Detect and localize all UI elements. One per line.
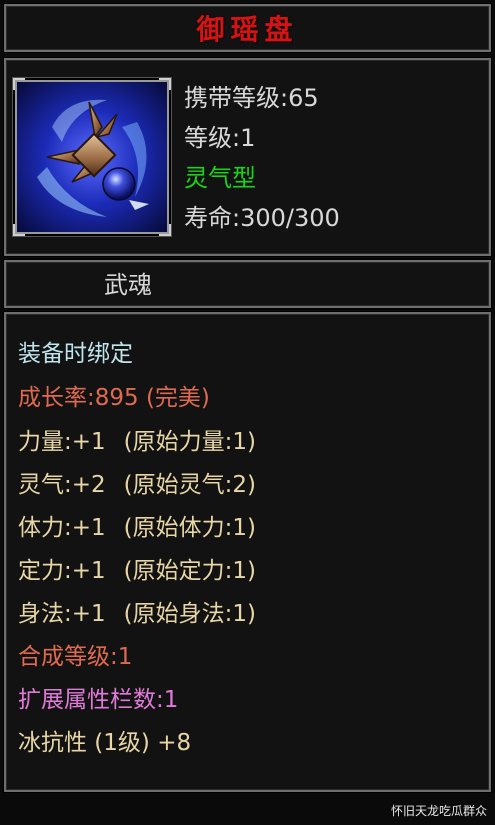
stat-original: (原始体力:1) — [123, 515, 256, 541]
stat-original: (原始灵气:2) — [123, 472, 256, 498]
stat-value: 力量:+1 — [18, 429, 106, 455]
item-icon-frame[interactable] — [13, 78, 171, 236]
stat-value: 灵气:+2 — [18, 472, 106, 498]
stat-original: (原始力量:1) — [123, 429, 256, 455]
ext-slots-text: 扩展属性栏数:1 — [18, 687, 179, 713]
ice-resist-text: 冰抗性 (1级) +8 — [18, 730, 192, 756]
spinning-disc-weapon-icon — [17, 82, 167, 232]
stat-focus: 定力:+1 (原始定力:1) — [18, 557, 256, 585]
soul-row: 武魂 — [4, 260, 491, 308]
item-life-text: 寿命:300/300 — [184, 204, 340, 232]
item-header-panel: 携带等级:65 等级:1 灵气型 寿命:300/300 — [4, 58, 491, 256]
item-level-text: 等级:1 — [184, 124, 256, 152]
stat-original: (原始身法:1) — [123, 601, 256, 627]
title-bar: 御瑶盘 — [4, 4, 491, 52]
stat-value: 定力:+1 — [18, 558, 106, 584]
stat-value: 体力:+1 — [18, 515, 106, 541]
attributes-panel: 装备时绑定 成长率:895 (完美) 力量:+1 (原始力量:1) 灵气:+2 (原… — [4, 312, 491, 792]
synth-level-text: 合成等级:1 — [18, 644, 133, 670]
frame-corner — [13, 224, 25, 236]
stat-agility: 身法:+1 (原始身法:1) — [18, 600, 256, 628]
frame-corner — [159, 224, 171, 236]
stat-value: 身法:+1 — [18, 601, 106, 627]
carry-level-text: 携带等级:65 — [184, 84, 319, 112]
stat-stamina: 体力:+1 (原始体力:1) — [18, 514, 256, 542]
item-name: 御瑶盘 — [196, 13, 299, 46]
frame-corner — [159, 78, 171, 90]
stat-original: (原始定力:1) — [123, 558, 256, 584]
stat-spirit: 灵气:+2 (原始灵气:2) — [18, 471, 256, 499]
soul-label: 武魂 — [104, 271, 152, 299]
item-type-text: 灵气型 — [184, 164, 256, 192]
stat-strength: 力量:+1 (原始力量:1) — [18, 428, 256, 456]
growth-rate-text: 成长率:895 (完美) — [18, 385, 210, 411]
watermark-text: 怀旧天龙吃瓜群众 — [390, 804, 487, 818]
frame-corner — [13, 78, 25, 90]
bind-status-text: 装备时绑定 — [18, 341, 133, 367]
